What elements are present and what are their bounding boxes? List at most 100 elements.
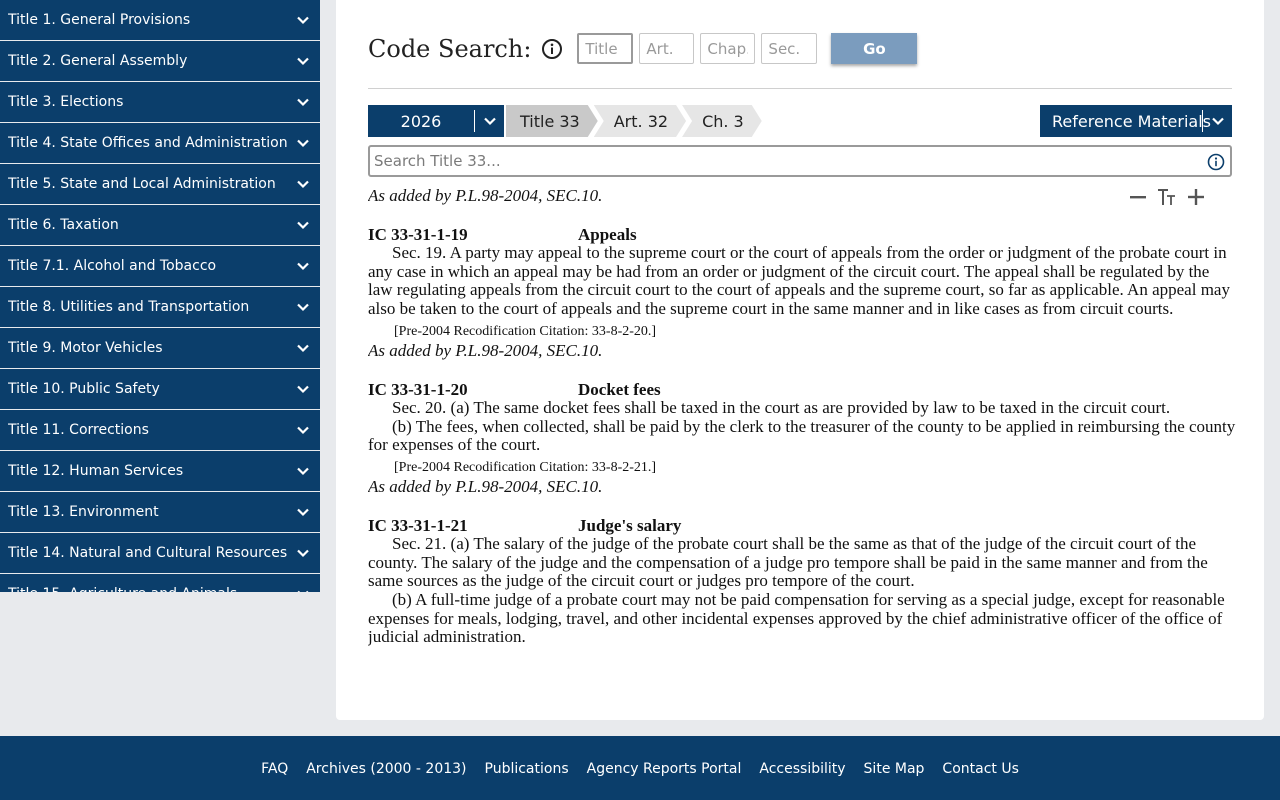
footer-link[interactable]: Site Map — [864, 761, 925, 777]
article-input[interactable] — [639, 33, 695, 64]
increase-text-icon[interactable] — [1186, 187, 1206, 207]
chevron-down-icon — [297, 221, 309, 230]
sidebar-item-label: Title 8. Utilities and Transportation — [8, 299, 250, 315]
info-icon[interactable] — [541, 38, 563, 60]
footer: FAQ Archives (2000 - 2013) Publications Age… — [0, 736, 1280, 800]
reference-materials-dropdown[interactable]: Reference Materials — [1040, 105, 1232, 137]
section-input[interactable] — [761, 33, 818, 64]
sidebar-item-label: Title 10. Public Safety — [8, 381, 160, 397]
info-icon[interactable] — [1207, 153, 1225, 171]
sidebar-item[interactable]: Title 7.1. Alcohol and Tobacco — [0, 246, 320, 286]
section-heading: Docket fees — [578, 379, 661, 399]
sidebar-item-label: Title 1. General Provisions — [8, 12, 191, 28]
sidebar-item[interactable]: Title 8. Utilities and Transportation — [0, 287, 320, 327]
chevron-down-icon — [297, 57, 309, 66]
footer-link[interactable]: Contact Us — [942, 761, 1018, 777]
chapter-input[interactable] — [700, 33, 756, 64]
section-paragraph: Sec. 21. (a) The salary of the judge of … — [368, 533, 1208, 591]
sidebar-item-label: Title 9. Motor Vehicles — [8, 340, 163, 356]
section-number: IC 33-31-1-19 — [368, 225, 468, 244]
sidebar-item[interactable]: Title 4. State Offices and Administratio… — [0, 123, 320, 163]
text-size-icon — [1158, 189, 1175, 205]
section-paragraph: Sec. 20. (a) The same docket fees shall … — [392, 397, 1171, 417]
section-header: IC 33-31-1-21 Judge's salary — [368, 515, 1236, 535]
sidebar-item-label: Title 2. General Assembly — [8, 53, 188, 69]
year-select[interactable]: 2026 — [368, 105, 504, 137]
sidebar-item[interactable]: Title 5. State and Local Administration — [0, 164, 320, 204]
chevron-down-icon — [1203, 114, 1232, 128]
sidebar-item[interactable]: Title 9. Motor Vehicles — [0, 328, 320, 368]
sidebar-item-label: Title 12. Human Services — [8, 463, 184, 479]
sidebar-item[interactable]: Title 6. Taxation — [0, 205, 320, 245]
sidebar-item-label: Title 14. Natural and Cultural Resources — [8, 545, 288, 561]
sidebar-item[interactable]: Title 12. Human Services — [0, 451, 320, 491]
footer-link[interactable]: FAQ — [261, 761, 288, 777]
section-paragraph: Sec. 19. A party may appeal to the supre… — [368, 243, 1230, 319]
history-note: As added by P.L.98-2004, SEC.10. — [368, 186, 603, 205]
section-header: IC 33-31-1-19 Appeals — [368, 226, 1236, 244]
section-paragraph: (b) A full-time judge of a probate court… — [368, 590, 1225, 647]
sidebar-item[interactable]: Title 10. Public Safety — [0, 369, 320, 409]
breadcrumb-article[interactable]: Art. 32 — [594, 105, 686, 137]
title-search-box — [368, 145, 1232, 177]
sidebar-item-label: Title 6. Taxation — [8, 217, 119, 233]
section-header: IC 33-31-1-20 Docket fees — [368, 379, 1236, 399]
sidebar-item-label: Title 4. State Offices and Administratio… — [8, 135, 288, 151]
sidebar-item[interactable]: Title 2. General Assembly — [0, 41, 320, 81]
reference-materials-label: Reference Materials — [1052, 111, 1211, 131]
chevron-down-icon — [297, 549, 309, 558]
decrease-text-icon[interactable] — [1128, 187, 1148, 207]
title-sidebar: Title 1. General Provisions Title 2. Gene… — [0, 0, 320, 592]
breadcrumb-title[interactable]: Title 33 — [506, 105, 598, 137]
chevron-down-icon — [297, 180, 309, 189]
section-heading: Judge's salary — [578, 515, 682, 535]
chevron-down-icon — [297, 467, 309, 476]
sidebar-item-label: Title 11. Corrections — [8, 422, 149, 438]
footer-link[interactable]: Agency Reports Portal — [587, 761, 742, 777]
chevron-down-icon — [297, 426, 309, 435]
code-content: As added by P.L.98-2004, SEC.10. IC 33-3… — [368, 180, 1236, 690]
year-value: 2026 — [400, 111, 442, 131]
chevron-down-icon — [297, 344, 309, 353]
footer-link[interactable]: Accessibility — [759, 761, 845, 777]
title-input[interactable] — [577, 33, 634, 64]
breadcrumb: Title 33 Art. 32 Ch. 3 — [506, 105, 758, 137]
chevron-down-icon — [297, 508, 309, 517]
sidebar-item-label: Title 13. Environment — [8, 504, 159, 520]
go-button[interactable]: Go — [831, 33, 918, 64]
chevron-down-icon — [297, 139, 309, 148]
sidebar-item-label: Title 5. State and Local Administration — [8, 176, 276, 192]
recodification-citation: [Pre-2004 Recodification Citation: 33-8-… — [394, 323, 657, 339]
section-number: IC 33-31-1-21 — [368, 515, 468, 535]
footer-links: FAQ Archives (2000 - 2013) Publications Age… — [0, 761, 1280, 777]
chevron-down-icon — [297, 262, 309, 271]
sidebar-item[interactable]: Title 3. Elections — [0, 82, 320, 122]
chevron-down-icon — [297, 590, 309, 592]
section-number: IC 33-31-1-20 — [368, 379, 468, 399]
main-panel: Code Search: Go 2026 Title 33 Art. 32 Ch… — [336, 0, 1264, 720]
chevron-down-icon — [297, 385, 309, 394]
chevron-down-icon — [297, 98, 309, 107]
sidebar-item[interactable]: Title 14. Natural and Cultural Resources — [0, 533, 320, 573]
sidebar-item[interactable]: Title 15. Agriculture and Animals — [0, 574, 320, 592]
code-section: IC 33-31-1-20 Docket fees Sec. 20. (a) The… — [368, 379, 1236, 497]
sidebar-item[interactable]: Title 1. General Provisions — [0, 0, 320, 40]
code-section: IC 33-31-1-19 Appeals Sec. 19. A party may… — [368, 226, 1236, 361]
footer-subline — [290, 792, 294, 800]
footer-link[interactable]: Archives (2000 - 2013) — [306, 761, 466, 777]
chevron-down-icon — [297, 303, 309, 312]
history-note: As added by P.L.98-2004, SEC.10. — [368, 476, 603, 496]
sidebar-item[interactable]: Title 11. Corrections — [0, 410, 320, 450]
sidebar-item-label: Title 3. Elections — [8, 94, 124, 110]
divider — [368, 88, 1232, 89]
sidebar-item-label: Title 15. Agriculture and Animals — [8, 586, 237, 592]
code-search-label: Code Search: — [368, 34, 532, 63]
breadcrumb-chapter[interactable]: Ch. 3 — [682, 105, 762, 137]
sidebar-item[interactable]: Title 13. Environment — [0, 492, 320, 532]
footer-link[interactable]: Publications — [485, 761, 569, 777]
title-search-input[interactable] — [370, 147, 1190, 175]
chevron-down-icon — [297, 16, 309, 25]
sidebar-item-label: Title 7.1. Alcohol and Tobacco — [8, 258, 217, 274]
section-heading: Appeals — [578, 225, 637, 244]
chevron-down-icon — [475, 114, 504, 128]
